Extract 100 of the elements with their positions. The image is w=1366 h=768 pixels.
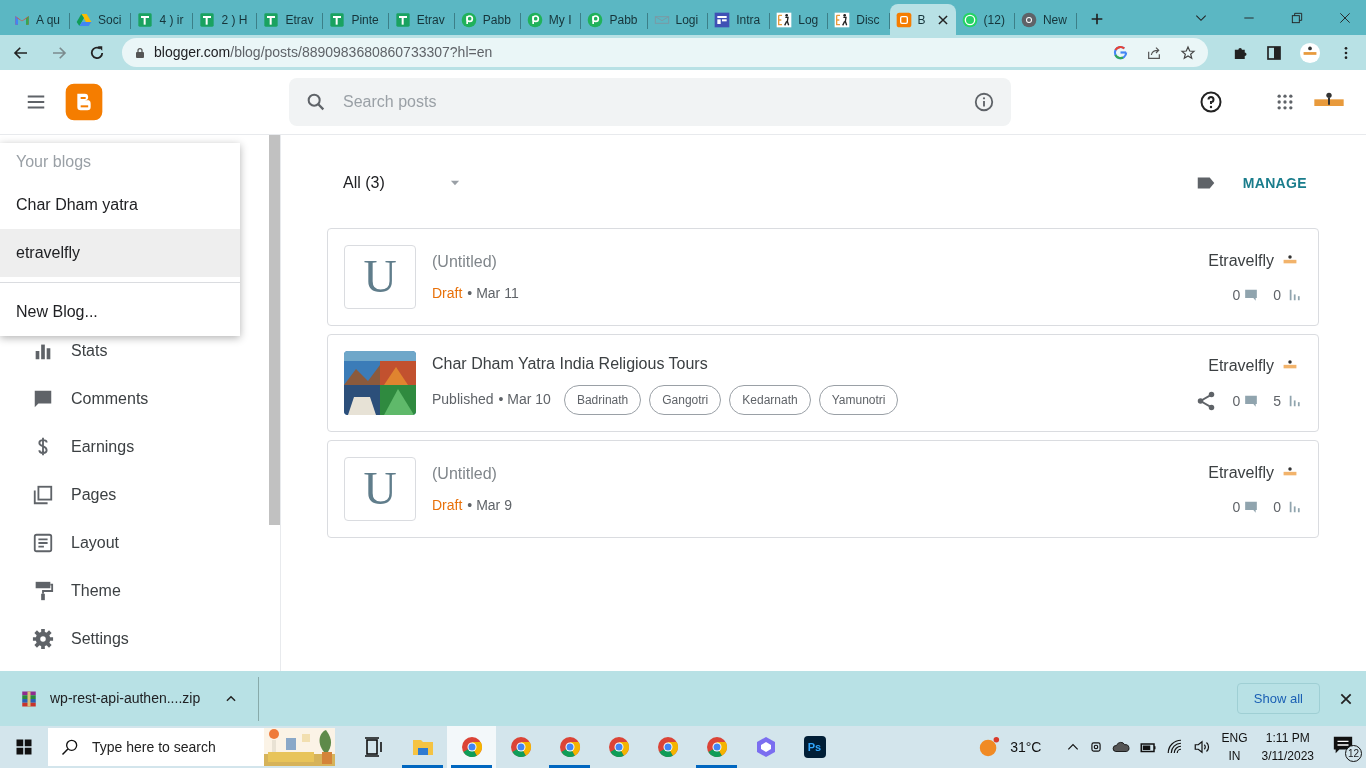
nav-item[interactable]: Settings <box>0 615 270 663</box>
avatar-icon[interactable] <box>1299 41 1321 64</box>
browser-tab[interactable]: Logi <box>647 4 709 35</box>
comment-count: 0 <box>1232 391 1241 411</box>
post-date: • Mar 10 <box>498 390 551 409</box>
search-icon <box>305 91 327 113</box>
browser-tab[interactable]: A qu <box>8 4 71 35</box>
browser-tab[interactable]: 2 ) H <box>193 4 258 35</box>
browser-tab[interactable]: My I <box>520 4 582 35</box>
lock-icon <box>134 46 146 59</box>
post-card[interactable]: U (Untitled) Draft • Mar 9 Etravelfly 0 0 <box>327 440 1319 538</box>
post-date: • Mar 9 <box>467 496 512 515</box>
view-count: 0 <box>1273 285 1281 305</box>
taskbar-search-input[interactable]: Type here to search <box>92 736 252 758</box>
layout-icon <box>32 532 54 554</box>
p-letter-icon <box>587 11 604 28</box>
browser-tab[interactable]: Log <box>770 4 829 35</box>
clock[interactable]: 1:11 PM 3/11/2023 <box>1261 729 1314 765</box>
cross-icon <box>329 11 346 28</box>
search-field[interactable]: Search posts <box>289 78 1011 126</box>
nav-item[interactable]: Earnings <box>0 423 270 471</box>
nav-item[interactable]: Theme <box>0 567 270 615</box>
browser-tab[interactable]: Pabb <box>454 4 521 35</box>
temperature[interactable]: 31°C <box>1010 736 1042 758</box>
post-title[interactable]: Char Dham Yatra India Religious Tours <box>432 351 899 376</box>
chrome-icon <box>1020 11 1037 28</box>
cross-icon <box>137 11 154 28</box>
close-icon[interactable] <box>935 12 950 27</box>
bar-chart-icon <box>1288 394 1302 408</box>
cross-icon <box>394 11 411 28</box>
hiker-icon <box>776 11 793 28</box>
info-icon[interactable] <box>973 91 995 113</box>
p-letter-icon <box>526 11 543 28</box>
taskbar-app[interactable] <box>447 726 496 768</box>
author-name: Etravelfly <box>1208 462 1274 483</box>
view-count: 0 <box>1273 497 1281 517</box>
restore-icon[interactable] <box>1290 10 1304 25</box>
comment-icon <box>1244 288 1259 302</box>
bar-chart-icon <box>1288 288 1302 302</box>
scrollbar-thumb[interactable] <box>269 135 280 525</box>
browser-tab[interactable]: Pinte <box>323 4 389 35</box>
manage-button[interactable]: MANAGE <box>1242 172 1307 194</box>
blog-menu-item[interactable]: etravelfly <box>0 229 240 277</box>
close-icon[interactable] <box>1338 10 1352 25</box>
browser-tab[interactable]: Soci <box>70 4 132 35</box>
settings-icon <box>32 628 54 650</box>
post-card[interactable]: Char Dham Yatra India Religious Tours Published • Mar 10 Badrinath Gangotri Kedarnath Yamunotri Etravelfly 0 5 <box>327 334 1319 432</box>
post-status: Draft <box>432 496 463 515</box>
taskbar-search-field[interactable]: Type here to search <box>48 728 335 766</box>
share-icon[interactable] <box>1146 44 1162 61</box>
filter-dropdown[interactable]: All (3) <box>327 171 462 195</box>
blog-menu-item[interactable]: Char Dham yatra <box>0 181 240 229</box>
nav-item[interactable]: Pages <box>0 471 270 519</box>
comment-icon <box>1244 394 1259 408</box>
comment-icon <box>1244 500 1259 514</box>
address-bar[interactable]: blogger.com/blog/posts/8890983680860733307?hl=en <box>122 38 1208 67</box>
post-title[interactable]: (Untitled) <box>432 462 525 486</box>
browser-tab[interactable]: Disc <box>828 4 890 35</box>
nav-item[interactable]: Comments <box>0 375 270 423</box>
nav-item[interactable]: Layout <box>0 519 270 567</box>
camera-icon[interactable] <box>1089 740 1104 754</box>
show-all-button[interactable]: Show all <box>1236 683 1320 714</box>
browser-tab[interactable]: B <box>889 4 956 35</box>
post-title[interactable]: (Untitled) <box>432 250 532 274</box>
browser-tab[interactable]: 4 ) ir <box>131 4 194 35</box>
download-item[interactable]: wp-rest-api-authen....zip <box>0 676 260 721</box>
notification-button[interactable]: 12 <box>1332 732 1362 762</box>
comment-count: 0 <box>1232 285 1241 305</box>
blogger-icon <box>895 11 912 28</box>
windows-icon[interactable] <box>15 738 33 756</box>
post-thumbnail: U <box>344 457 416 521</box>
chrome-icon <box>606 735 631 759</box>
side-panel-icon[interactable] <box>1266 44 1282 61</box>
pages-icon <box>32 484 54 506</box>
close-icon[interactable] <box>1339 691 1353 706</box>
apps-grid-icon[interactable] <box>1275 92 1295 112</box>
google-icon[interactable] <box>1113 45 1128 60</box>
layout-icon <box>714 11 731 28</box>
sun-icon[interactable] <box>978 736 1001 758</box>
browser-tab[interactable]: Etrav <box>257 4 324 35</box>
url-text: blogger.com/blog/posts/8890983680860733307?hl=en <box>154 43 493 62</box>
blogger-logo-icon[interactable] <box>64 82 104 122</box>
search-input[interactable]: Search posts <box>343 90 957 114</box>
search-icon <box>60 737 80 757</box>
post-date: • Mar 11 <box>467 284 519 303</box>
menu-heading: Your blogs <box>15 152 93 172</box>
speaker-icon[interactable] <box>1193 738 1212 756</box>
browser-tab[interactable]: Etrav <box>388 4 455 35</box>
reload-icon[interactable] <box>88 43 106 62</box>
taskbar-app[interactable]: Ps <box>790 726 839 768</box>
help-icon[interactable] <box>1199 90 1223 114</box>
browser-tab[interactable]: Pabb <box>581 4 648 35</box>
star-icon[interactable] <box>1180 44 1196 61</box>
browser-tab[interactable]: Intra <box>708 4 771 35</box>
post-card[interactable]: U (Untitled) Draft • Mar 11 Etravelfly 0 0 <box>327 228 1319 326</box>
author-name: Etravelfly <box>1208 356 1274 376</box>
browser-tab[interactable]: New <box>1014 4 1077 35</box>
browser-tab[interactable]: (12) <box>955 4 1015 35</box>
post-status: Published <box>432 390 494 409</box>
language-indicator[interactable]: ENG IN <box>1221 729 1248 765</box>
